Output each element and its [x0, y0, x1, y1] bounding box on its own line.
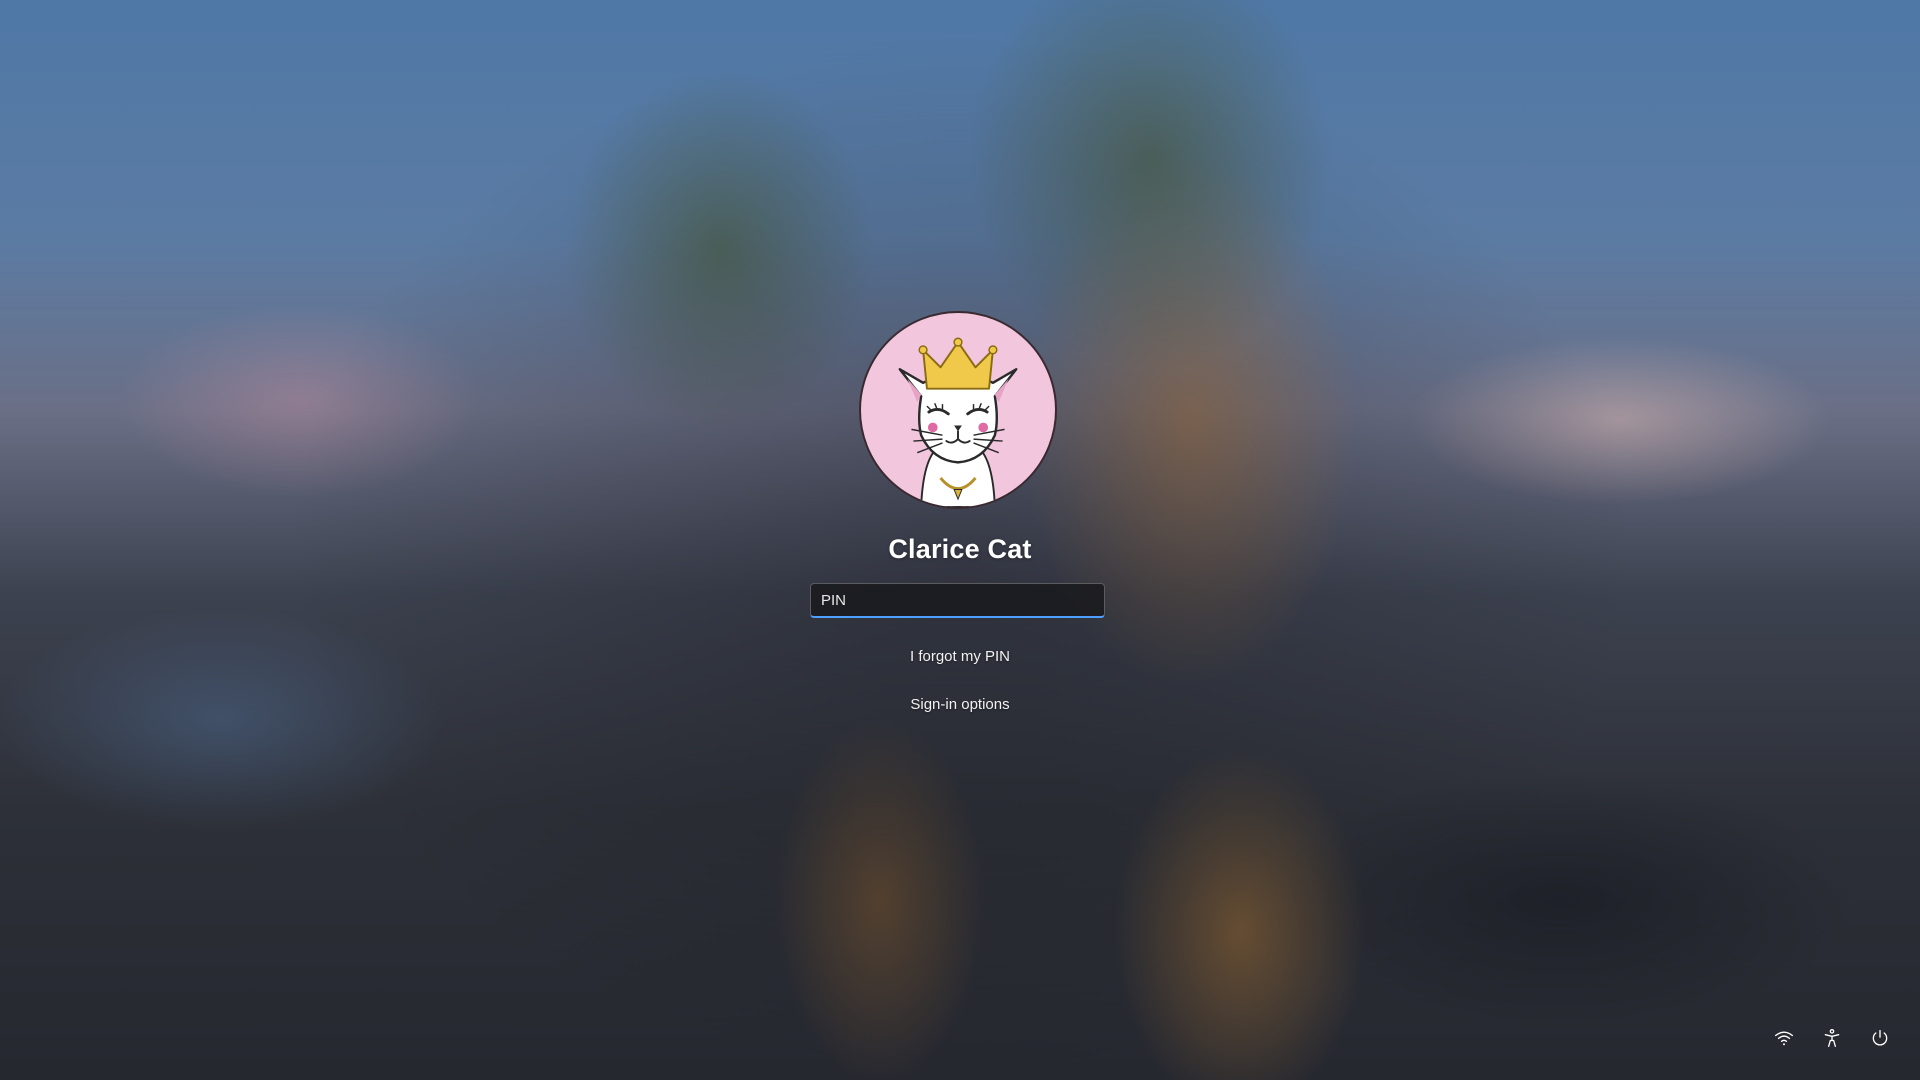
power-icon — [1872, 1029, 1888, 1046]
user-avatar — [859, 311, 1057, 509]
forgot-pin-link[interactable]: I forgot my PIN — [760, 648, 1160, 665]
pin-input[interactable] — [810, 583, 1105, 618]
accessibility-button[interactable] — [1820, 1026, 1844, 1050]
lock-screen: Clarice Cat I forgot my PIN Sign-in opti… — [0, 0, 1920, 1080]
sign-in-options-link[interactable]: Sign-in options — [760, 696, 1160, 713]
network-button[interactable] — [1772, 1026, 1796, 1050]
lock-screen-tray — [1772, 1026, 1892, 1050]
wifi-icon — [1775, 1031, 1793, 1046]
accessibility-icon — [1824, 1029, 1840, 1047]
power-button[interactable] — [1868, 1026, 1892, 1050]
sign-in-panel: Clarice Cat I forgot my PIN Sign-in opti… — [0, 0, 1920, 1080]
user-name: Clarice Cat — [888, 534, 1032, 564]
cat-with-crown-avatar-icon — [898, 337, 1018, 507]
